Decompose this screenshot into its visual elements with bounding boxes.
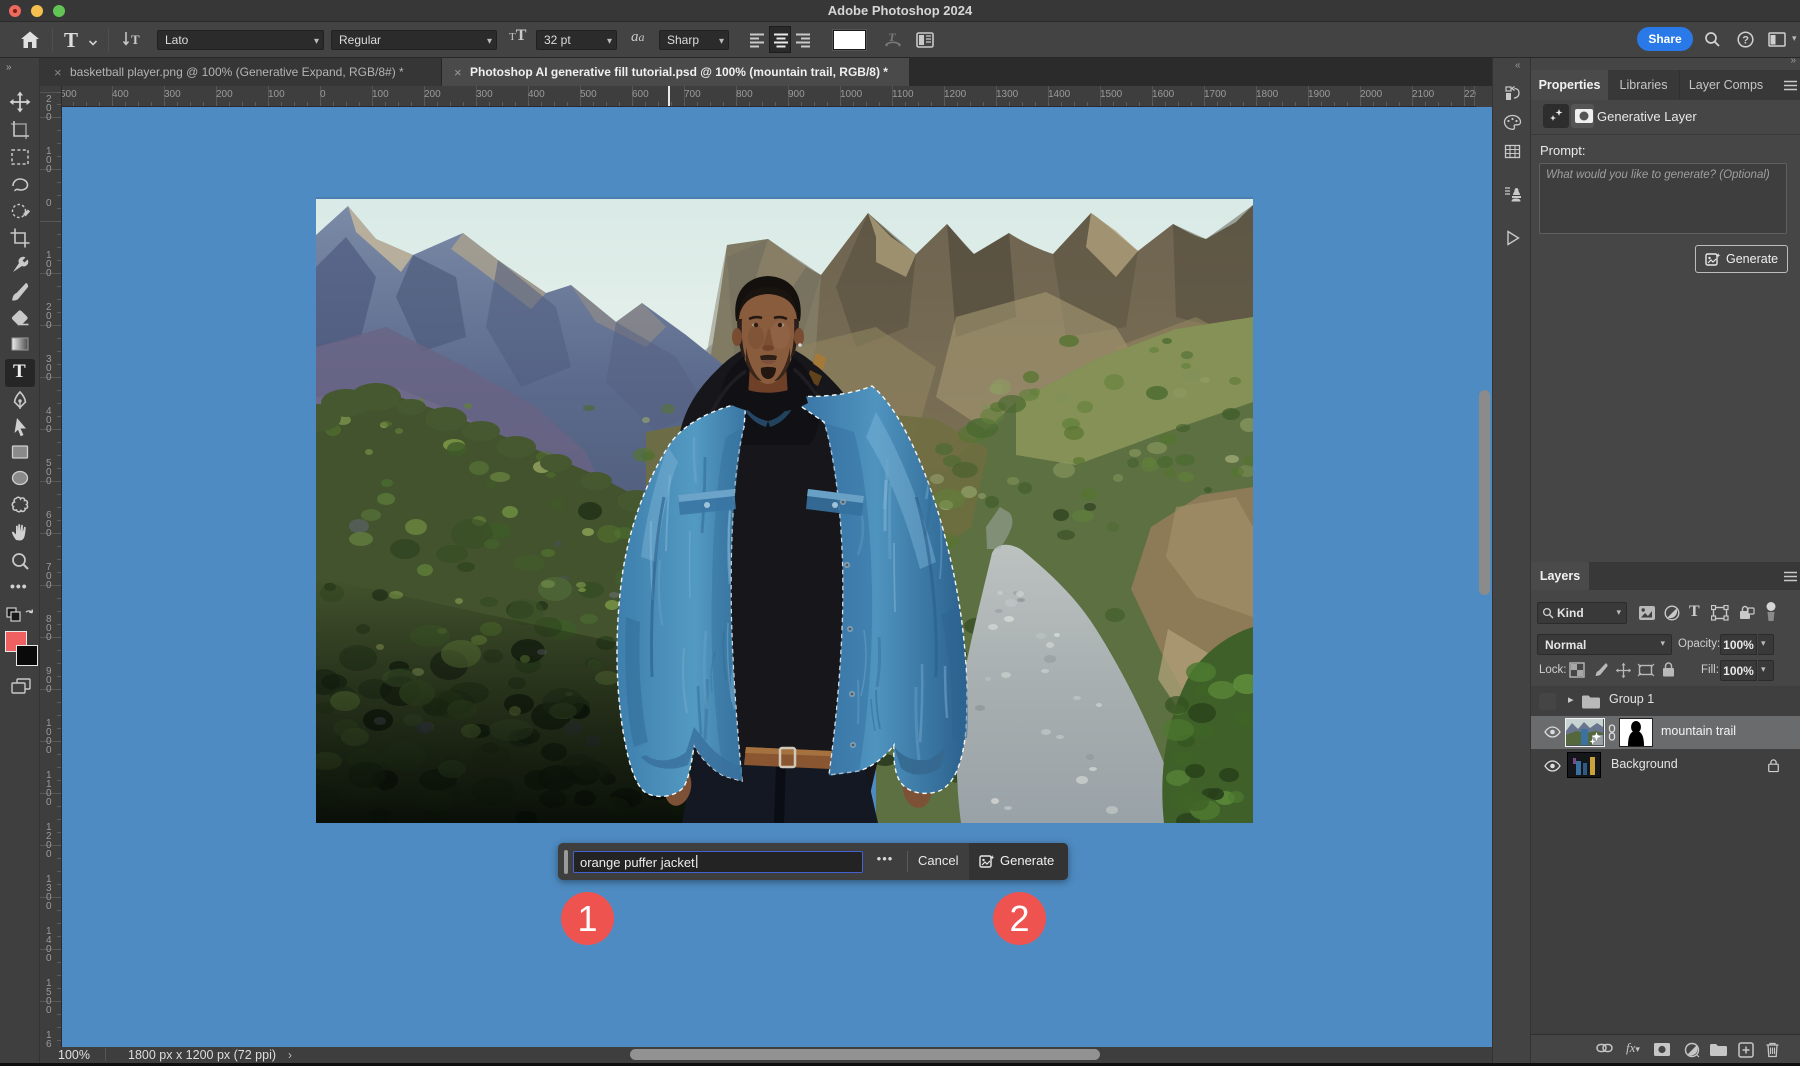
svg-text:?: ? bbox=[1742, 34, 1749, 46]
svg-text:T: T bbox=[131, 32, 140, 47]
svg-text:T: T bbox=[888, 30, 896, 44]
